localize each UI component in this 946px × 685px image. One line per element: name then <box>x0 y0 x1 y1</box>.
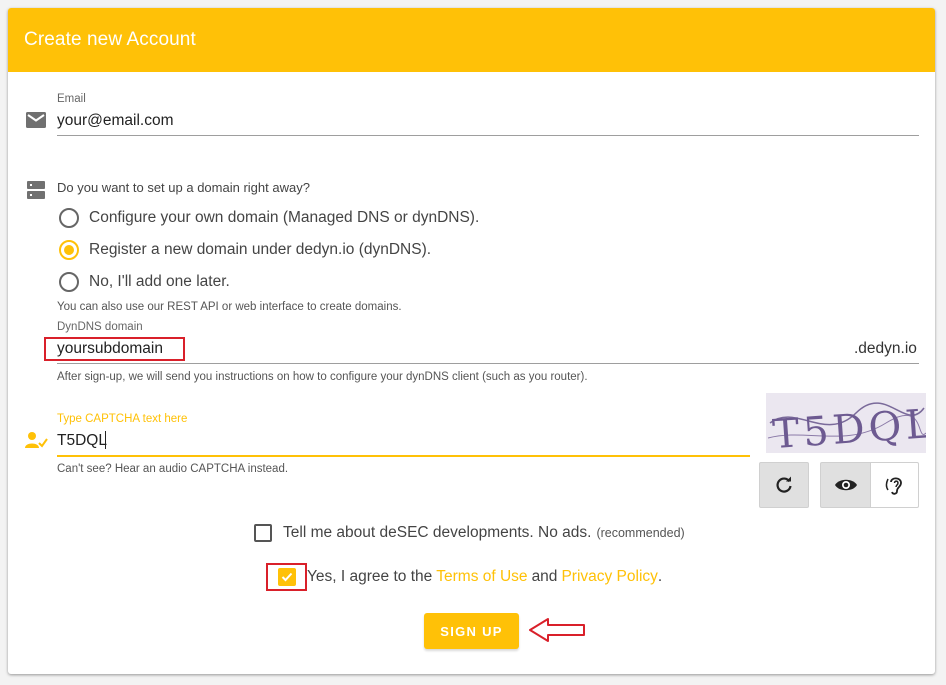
audio-captcha-button[interactable] <box>870 462 919 508</box>
refresh-captcha-button[interactable] <box>759 462 809 508</box>
refresh-icon <box>776 476 792 493</box>
annotation-arrow-icon <box>529 618 585 642</box>
email-icon <box>26 112 46 128</box>
captcha-image: T5DQL <box>766 393 935 458</box>
dyndns-label: DynDNS domain <box>57 321 143 333</box>
terms-prefix: Yes, I agree to the <box>307 568 433 585</box>
captcha-input[interactable]: T5DQL <box>57 432 107 450</box>
newsletter-label: Tell me about deSEC developments. No ads… <box>283 524 592 541</box>
dyndns-underline <box>57 363 919 364</box>
domain-question: Do you want to set up a domain right awa… <box>57 180 310 195</box>
dns-icon <box>27 181 45 199</box>
newsletter-checkbox-row[interactable]: Tell me about deSEC developments. No ads… <box>254 524 685 542</box>
text-cursor <box>105 431 106 449</box>
page-title: Create new Account <box>24 29 196 50</box>
terms-and: and <box>531 568 558 585</box>
dyndns-suffix: .dedyn.io <box>854 340 917 357</box>
image-captcha-button[interactable] <box>820 462 870 508</box>
radio-add-later[interactable]: No, I'll add one later. <box>59 272 230 292</box>
signup-card: Create new Account Email your@email.com … <box>8 8 935 674</box>
domain-hint: You can also use our REST API or web int… <box>57 301 402 313</box>
annotation-highlight-box <box>44 337 185 361</box>
sign-up-button[interactable]: SIGN UP <box>424 613 519 649</box>
person-check-icon <box>25 432 48 448</box>
captcha-underline <box>57 455 750 457</box>
terms-of-use-link[interactable]: Terms of Use <box>436 568 527 586</box>
radio-button[interactable] <box>59 208 79 228</box>
email-field[interactable]: your@email.com <box>57 112 174 130</box>
email-underline <box>57 135 919 136</box>
radio-label: Register a new domain under dedyn.io (dy… <box>89 241 432 258</box>
captcha-label: Type CAPTCHA text here <box>57 413 188 425</box>
newsletter-note: (recommended) <box>596 526 685 540</box>
annotation-highlight-box <box>266 563 307 591</box>
radio-configure-own[interactable]: Configure your own domain (Managed DNS o… <box>59 208 479 228</box>
eye-icon <box>834 479 857 491</box>
card-header: Create new Account <box>8 8 935 72</box>
ear-icon <box>885 477 902 495</box>
radio-register-dedyn[interactable]: Register a new domain under dedyn.io (dy… <box>59 240 431 260</box>
terms-suffix: . <box>657 568 663 585</box>
privacy-policy-link[interactable]: Privacy Policy <box>561 568 657 586</box>
email-label: Email <box>57 93 86 105</box>
dyndns-hint: After sign-up, we will send you instruct… <box>57 371 588 383</box>
radio-button[interactable] <box>59 272 79 292</box>
newsletter-checkbox[interactable] <box>254 524 272 542</box>
radio-label: No, I'll add one later. <box>89 273 230 290</box>
radio-label: Configure your own domain (Managed DNS o… <box>89 209 480 226</box>
captcha-hint: Can't see? Hear an audio CAPTCHA instead… <box>57 463 289 475</box>
radio-button-selected[interactable] <box>59 240 79 260</box>
terms-checkbox-row[interactable]: Yes, I agree to the Terms of Use and Pri… <box>278 568 662 586</box>
